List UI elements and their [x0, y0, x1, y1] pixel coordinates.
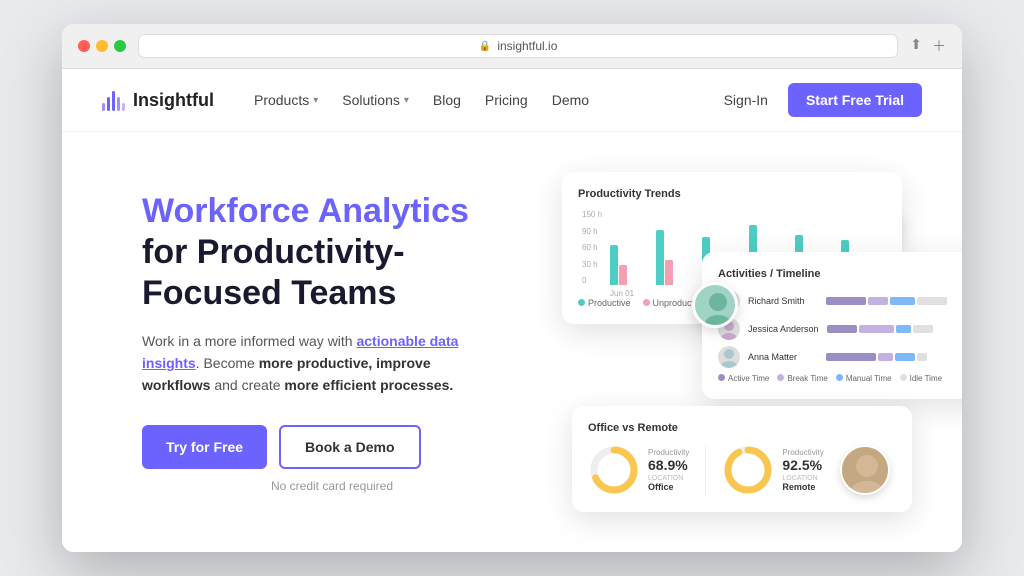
no-cc-text: No credit card required: [142, 479, 522, 493]
nav-pricing[interactable]: Pricing: [485, 92, 528, 108]
trial-button[interactable]: Start Free Trial: [788, 83, 922, 117]
activity-name: Richard Smith: [748, 296, 818, 306]
try-free-button[interactable]: Try for Free: [142, 425, 267, 469]
remote-stat: Productivity 92.5% LOCATION Remote: [722, 444, 823, 496]
traffic-lights: [78, 40, 126, 52]
new-tab-icon[interactable]: ＋: [932, 36, 946, 56]
hero-buttons: Try for Free Book a Demo: [142, 425, 522, 469]
hero-subtext: Work in a more informed way with actiona…: [142, 330, 462, 397]
nav-products[interactable]: Products ▾: [254, 92, 318, 108]
activity-row: Jessica Anderson: [718, 318, 962, 340]
hero-right: Productivity Trends 150 h 90 h 60 h 30 h…: [562, 172, 922, 512]
avatar: [718, 346, 740, 368]
hero-left: Workforce Analytics for Productivity- Fo…: [142, 191, 522, 493]
productivity-card-title: Productivity Trends: [578, 188, 886, 200]
floating-avatar-2: [840, 445, 890, 495]
activity-name: Jessica Anderson: [748, 324, 819, 334]
activity-bars: [826, 297, 962, 305]
logo-text: Insightful: [133, 90, 214, 111]
logo-area[interactable]: Insightful: [102, 89, 214, 111]
office-remote-card-title: Office vs Remote: [588, 422, 896, 434]
activity-bars: [826, 353, 962, 361]
book-demo-button[interactable]: Book a Demo: [279, 425, 420, 469]
activity-row: Richard Smith: [718, 290, 962, 312]
activities-legend: Active Time Break Time Manual Time Idle …: [718, 374, 962, 383]
share-icon[interactable]: ⬆: [910, 36, 922, 56]
nav-demo[interactable]: Demo: [552, 92, 589, 108]
activity-bars: [827, 325, 962, 333]
browser-window: 🔒 insightful.io ⬆ ＋ Insightful: [62, 24, 962, 552]
minimize-button[interactable]: [96, 40, 108, 52]
close-button[interactable]: [78, 40, 90, 52]
activities-card: Activities / Timeline Richard Smith: [702, 252, 962, 399]
maximize-button[interactable]: [114, 40, 126, 52]
nav-solutions[interactable]: Solutions ▾: [342, 92, 409, 108]
office-donut-chart: [588, 444, 640, 496]
navbar: Insightful Products ▾ Solutions ▾ Blog P…: [62, 69, 962, 132]
address-bar[interactable]: 🔒 insightful.io: [138, 34, 898, 58]
nav-links: Products ▾ Solutions ▾ Blog Pricing Demo: [254, 92, 724, 108]
nav-right: Sign-In Start Free Trial: [724, 83, 922, 117]
browser-chrome: 🔒 insightful.io ⬆ ＋: [62, 24, 962, 69]
logo-icon: [102, 89, 125, 111]
nav-blog[interactable]: Blog: [433, 92, 461, 108]
activities-card-title: Activities / Timeline: [718, 268, 962, 280]
hero-section: Workforce Analytics for Productivity- Fo…: [62, 132, 962, 552]
divider: [705, 445, 706, 495]
office-remote-card: Office vs Remote Productivity 68.9%: [572, 406, 912, 512]
browser-actions: ⬆ ＋: [910, 36, 946, 56]
office-stat: Productivity 68.9% LOCATION Office: [588, 444, 689, 496]
remote-donut-chart: [722, 444, 774, 496]
signin-button[interactable]: Sign-In: [724, 92, 768, 108]
page-content: Insightful Products ▾ Solutions ▾ Blog P…: [62, 69, 962, 552]
url-text: insightful.io: [497, 39, 557, 53]
lock-icon: 🔒: [479, 41, 491, 52]
office-remote-stats: Productivity 68.9% LOCATION Office: [588, 444, 896, 496]
activity-name: Anna Matter: [748, 352, 818, 362]
chevron-down-icon: ▾: [404, 95, 409, 106]
hero-heading: Workforce Analytics for Productivity- Fo…: [142, 191, 522, 313]
activity-row: Anna Matter: [718, 346, 962, 368]
floating-avatar-3: [692, 282, 738, 328]
chevron-down-icon: ▾: [313, 95, 318, 106]
